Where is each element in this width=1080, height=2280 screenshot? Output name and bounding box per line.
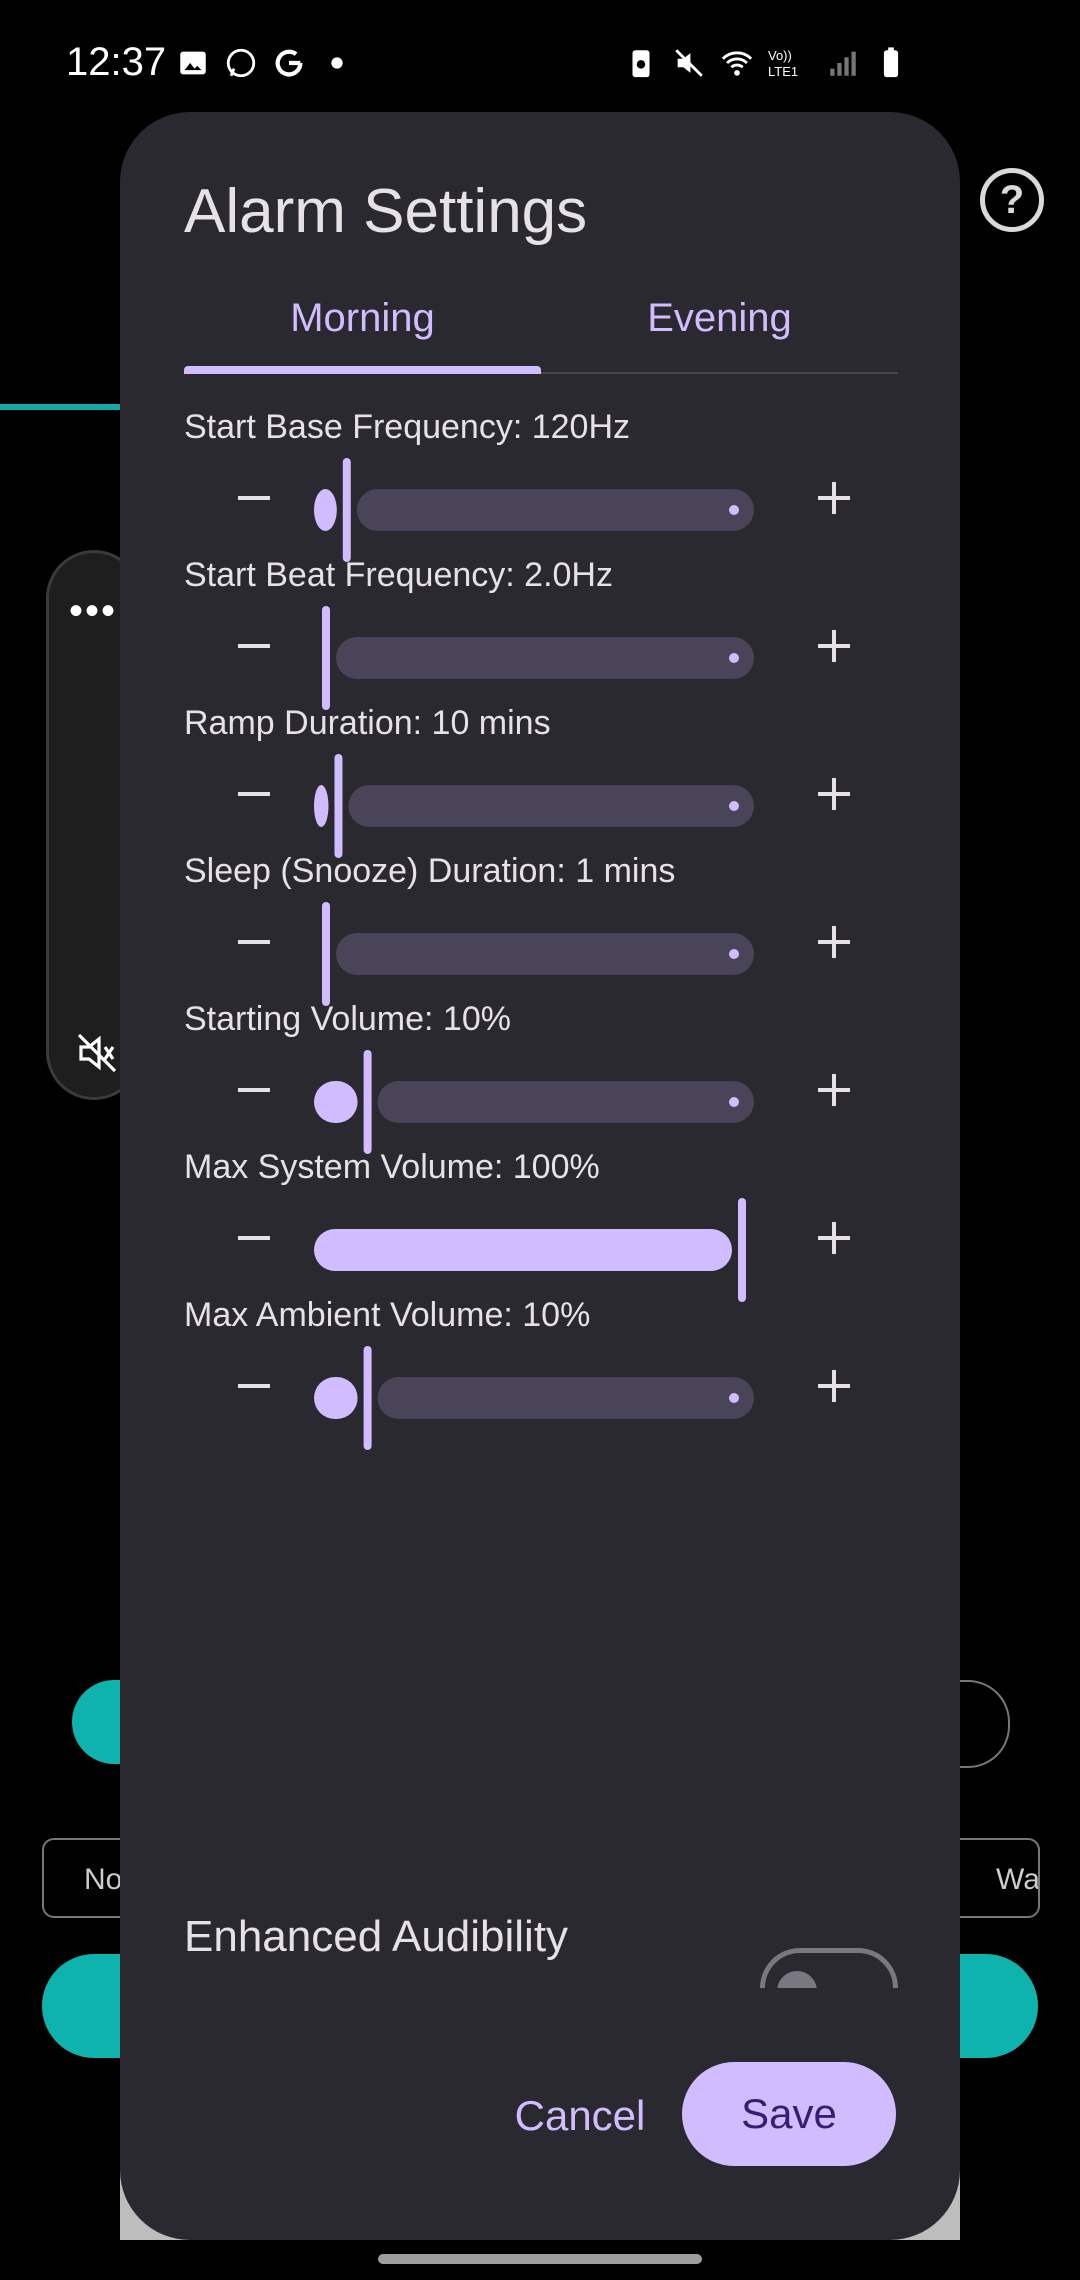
decrease-button[interactable] (224, 912, 284, 972)
slider-handle[interactable] (334, 754, 343, 858)
volume-mute-icon[interactable] (73, 1029, 121, 1077)
tab-indicator (184, 366, 541, 374)
slider-inactive-track (377, 1081, 754, 1123)
decrease-button[interactable] (224, 1060, 284, 1120)
slider[interactable] (314, 754, 754, 858)
setting-label: Start Base Frequency: 120Hz (184, 408, 631, 446)
slider-active-track (314, 1081, 358, 1123)
increase-button[interactable] (804, 468, 864, 528)
increase-button[interactable] (804, 1356, 864, 1416)
dialog-title: Alarm Settings (184, 177, 588, 246)
tab-bar: Morning Evening (184, 282, 898, 374)
image-icon (176, 46, 210, 80)
battery-saver-icon (624, 46, 658, 80)
slider-handle[interactable] (342, 458, 351, 562)
slider[interactable] (314, 902, 754, 1006)
status-bar: 12:37 Vo)) LTE1 (0, 0, 1080, 120)
wifi-icon (720, 46, 754, 80)
slider-inactive-track (336, 637, 754, 679)
decrease-button[interactable] (224, 764, 284, 824)
slider-active-track (314, 489, 337, 531)
slider-stop-dot (729, 1393, 739, 1403)
help-icon[interactable]: ? (980, 168, 1044, 232)
slider-stop-dot (729, 505, 739, 515)
slider-active-track (314, 1229, 732, 1271)
slider[interactable] (314, 1198, 754, 1302)
slider-handle[interactable] (738, 1198, 746, 1302)
google-icon (272, 46, 306, 80)
slider-inactive-track (356, 489, 754, 531)
whatsapp-icon (224, 46, 258, 80)
cancel-button[interactable]: Cancel (480, 2066, 680, 2166)
decrease-button[interactable] (224, 1208, 284, 1268)
signal-icon (826, 46, 860, 80)
increase-button[interactable] (804, 1208, 864, 1268)
increase-button[interactable] (804, 764, 864, 824)
slider-active-track (314, 785, 329, 827)
slider[interactable] (314, 1050, 754, 1154)
more-icon[interactable]: ••• (69, 589, 117, 634)
background-divider (0, 404, 130, 410)
mute-icon (672, 46, 706, 80)
slider-stop-dot (729, 949, 739, 959)
slider-inactive-track (377, 1377, 754, 1419)
dot-icon (320, 46, 354, 80)
decrease-button[interactable] (224, 468, 284, 528)
slider-handle[interactable] (363, 1346, 372, 1450)
svg-text:LTE1: LTE1 (768, 64, 798, 79)
increase-button[interactable] (804, 616, 864, 676)
decrease-button[interactable] (224, 1356, 284, 1416)
slider[interactable] (314, 606, 754, 710)
increase-button[interactable] (804, 912, 864, 972)
tab-morning[interactable]: Morning (184, 282, 541, 372)
slider-inactive-track (348, 785, 754, 827)
slider-stop-dot (729, 653, 739, 663)
setting-label: Max Ambient Volume: 10% (184, 1296, 591, 1334)
slider-active-track (314, 1377, 358, 1419)
enhanced-audibility-label: Enhanced Audibility (184, 1912, 569, 1961)
increase-button[interactable] (804, 1060, 864, 1120)
volte-icon: Vo)) LTE1 (768, 46, 812, 80)
slider[interactable] (314, 458, 754, 562)
decrease-button[interactable] (224, 616, 284, 676)
svg-text:Vo)): Vo)) (768, 48, 792, 63)
slider-handle[interactable] (322, 902, 330, 1006)
slider-handle[interactable] (322, 606, 330, 710)
setting-label: Starting Volume: 10% (184, 1000, 511, 1038)
home-indicator[interactable] (378, 2254, 702, 2264)
setting-label: Sleep (Snooze) Duration: 1 mins (184, 852, 676, 890)
setting-label: Max System Volume: 100% (184, 1148, 600, 1186)
slider-handle[interactable] (363, 1050, 372, 1154)
setting-label: Start Beat Frequency: 2.0Hz (184, 556, 613, 594)
save-button[interactable]: Save (682, 2062, 896, 2166)
slider-inactive-track (336, 933, 754, 975)
setting-row: Max Ambient Volume: 10% (184, 1296, 898, 1496)
tab-evening[interactable]: Evening (541, 282, 898, 372)
slider[interactable] (314, 1346, 754, 1450)
slider-stop-dot (729, 1097, 739, 1107)
setting-label: Ramp Duration: 10 mins (184, 704, 551, 742)
battery-icon (874, 46, 908, 80)
slider-stop-dot (729, 801, 739, 811)
status-time: 12:37 (66, 40, 167, 84)
alarm-settings-dialog: Alarm Settings Morning Evening Start Bas… (120, 112, 960, 2240)
